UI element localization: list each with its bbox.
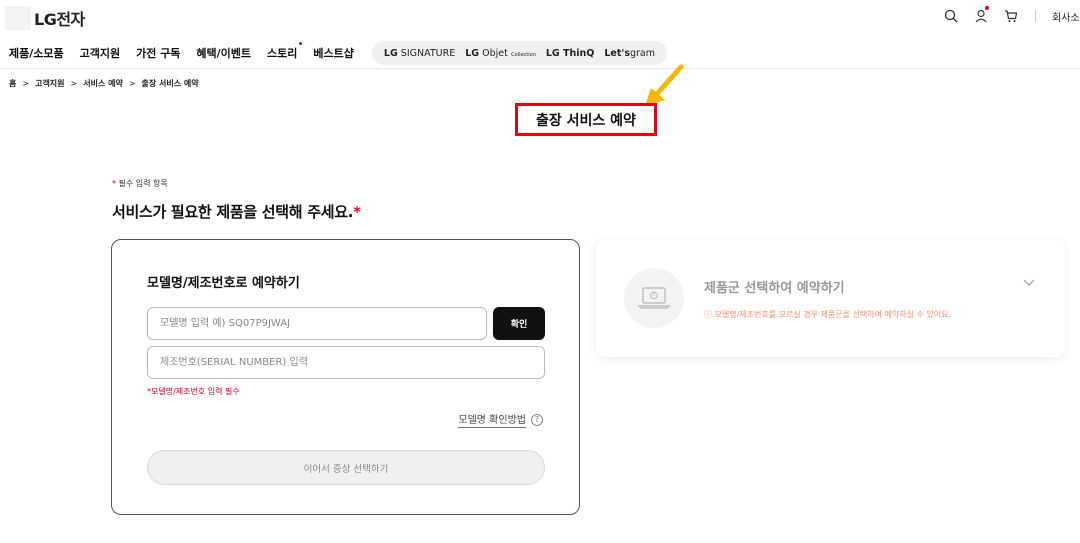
model-reservation-card: 모델명/제조번호로 예약하기 확인 *모델명/제조번호 입력 필수 모델명 확인… bbox=[111, 239, 580, 515]
brand-lg-signature[interactable]: LG SIGNATURE bbox=[384, 48, 455, 59]
new-dot bbox=[299, 42, 303, 45]
breadcrumb-service-reservation[interactable]: 서비스 예약 bbox=[83, 78, 123, 89]
user-icon[interactable] bbox=[973, 6, 989, 24]
model-card-title: 모델명/제조번호로 예약하기 bbox=[147, 276, 300, 291]
company-link[interactable]: 회사소개 bbox=[1052, 9, 1080, 24]
breadcrumb-support[interactable]: 고객지원 bbox=[35, 78, 64, 89]
nav-subscription[interactable]: 가전 구독 bbox=[136, 45, 180, 61]
nav-support[interactable]: 고객지원 bbox=[80, 45, 120, 61]
nav-products[interactable]: 제품/소모품 bbox=[9, 45, 64, 61]
chevron-down-icon[interactable] bbox=[1023, 279, 1035, 287]
breadcrumb-separator: > bbox=[22, 79, 30, 88]
main-nav: 제품/소모품 고객지원 가전 구독 혜택/이벤트 스토리 베스트샵 LG SIG… bbox=[9, 41, 667, 65]
confirm-button[interactable]: 확인 bbox=[493, 307, 545, 340]
page-title: 출장 서비스 예약 bbox=[536, 112, 636, 129]
laptop-icon bbox=[624, 268, 684, 328]
nav-story[interactable]: 스토리 bbox=[267, 42, 303, 61]
question-icon: ? bbox=[531, 413, 543, 426]
breadcrumb-home[interactable]: 홈 bbox=[9, 78, 16, 89]
required-error-message: *모델명/제조번호 입력 필수 bbox=[147, 387, 240, 396]
breadcrumb: 홈 > 고객지원 > 서비스 예약 > 출장 서비스 예약 bbox=[9, 78, 199, 89]
serial-input[interactable] bbox=[147, 346, 545, 379]
category-card-info: ⓘ 모델명/제조번호를 모르실 경우 제품군을 선택하여 예약하실 수 있어요. bbox=[704, 310, 952, 319]
search-icon[interactable] bbox=[943, 8, 959, 24]
required-note: * 필수 입력 항목 bbox=[112, 179, 168, 188]
brand-links: LG SIGNATURE LG Objet Collection LG Thin… bbox=[371, 41, 667, 65]
brand-lg-thinq[interactable]: LG ThinQ bbox=[546, 48, 595, 59]
utility-nav: 회사소개 bbox=[929, 6, 1080, 24]
model-help-label: 모델명 확인방법 bbox=[458, 411, 526, 428]
page-title-highlight: 출장 서비스 예약 bbox=[515, 103, 657, 136]
logo-mark[interactable] bbox=[5, 6, 31, 30]
category-reservation-card[interactable]: 제품군 선택하여 예약하기 ⓘ 모델명/제조번호를 모르실 경우 제품군을 선택… bbox=[596, 239, 1065, 357]
utility-divider bbox=[1035, 10, 1036, 22]
breadcrumb-separator: > bbox=[70, 79, 78, 88]
breadcrumb-current: 출장 서비스 예약 bbox=[141, 79, 199, 88]
logo-text[interactable]: LG전자 bbox=[34, 6, 85, 30]
brand-lets-gram[interactable]: Let'sgram bbox=[604, 48, 655, 59]
next-symptom-button[interactable]: 이어서 증상 선택하기 bbox=[147, 450, 545, 485]
nav-benefits[interactable]: 혜택/이벤트 bbox=[196, 45, 251, 61]
section-heading: 서비스가 필요한 제품을 선택해 주세요.* bbox=[112, 203, 361, 221]
cart-icon[interactable] bbox=[1003, 8, 1019, 24]
brand-lg-objet[interactable]: LG Objet Collection bbox=[465, 48, 536, 59]
breadcrumb-separator: > bbox=[128, 79, 136, 88]
model-input[interactable] bbox=[147, 307, 487, 340]
category-card-title: 제품군 선택하여 예약하기 bbox=[704, 281, 845, 296]
site-header: LG전자 회사소개 제품/소모품 고객지원 가전 구독 혜택/이벤트 스토리 베… bbox=[0, 0, 1080, 69]
model-help-link[interactable]: 모델명 확인방법 ? bbox=[458, 411, 543, 428]
user-notification-dot bbox=[985, 6, 989, 10]
arrow-annotation-icon bbox=[645, 64, 684, 106]
nav-bestshop[interactable]: 베스트샵 bbox=[313, 45, 353, 61]
